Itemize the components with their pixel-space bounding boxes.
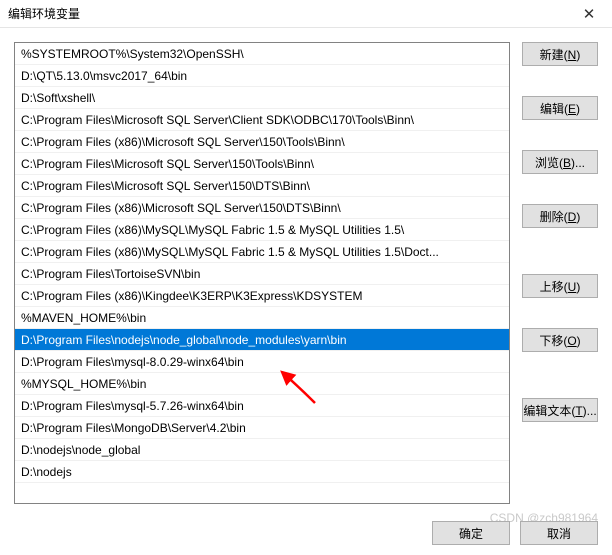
list-item[interactable]: C:\Program Files\Microsoft SQL Server\15…: [15, 153, 509, 175]
list-item[interactable]: D:\nodejs: [15, 461, 509, 483]
window-title: 编辑环境变量: [8, 5, 574, 22]
edit-button[interactable]: 编辑(E): [522, 96, 598, 120]
dialog-footer: 确定 取消: [432, 521, 598, 545]
moveup-button[interactable]: 上移(U): [522, 274, 598, 298]
list-item[interactable]: %SYSTEMROOT%\System32\OpenSSH\: [15, 43, 509, 65]
titlebar: 编辑环境变量 ✕: [0, 0, 612, 28]
path-listbox[interactable]: %SYSTEMROOT%\System32\OpenSSH\D:\QT\5.13…: [14, 42, 510, 504]
list-item[interactable]: D:\Program Files\mysql-5.7.26-winx64\bin: [15, 395, 509, 417]
list-item[interactable]: C:\Program Files\TortoiseSVN\bin: [15, 263, 509, 285]
new-button[interactable]: 新建(N): [522, 42, 598, 66]
cancel-button[interactable]: 取消: [520, 521, 598, 545]
delete-button[interactable]: 删除(D): [522, 204, 598, 228]
list-item[interactable]: D:\Program Files\nodejs\node_global\node…: [15, 329, 509, 351]
list-item[interactable]: %MYSQL_HOME%\bin: [15, 373, 509, 395]
list-item[interactable]: D:\QT\5.13.0\msvc2017_64\bin: [15, 65, 509, 87]
list-item[interactable]: %MAVEN_HOME%\bin: [15, 307, 509, 329]
list-item[interactable]: C:\Program Files (x86)\Microsoft SQL Ser…: [15, 197, 509, 219]
ok-button[interactable]: 确定: [432, 521, 510, 545]
edittext-button[interactable]: 编辑文本(T)...: [522, 398, 598, 422]
list-item[interactable]: D:\Soft\xshell\: [15, 87, 509, 109]
movedown-button[interactable]: 下移(O): [522, 328, 598, 352]
side-button-column: 新建(N) 编辑(E) 浏览(B)... 删除(D) 上移(U) 下移(O) 编…: [510, 42, 598, 508]
list-item[interactable]: D:\nodejs\node_global: [15, 439, 509, 461]
browse-button[interactable]: 浏览(B)...: [522, 150, 598, 174]
list-item[interactable]: C:\Program Files (x86)\MySQL\MySQL Fabri…: [15, 241, 509, 263]
list-item[interactable]: C:\Program Files (x86)\Microsoft SQL Ser…: [15, 131, 509, 153]
list-item[interactable]: C:\Program Files\Microsoft SQL Server\Cl…: [15, 109, 509, 131]
list-item[interactable]: C:\Program Files\Microsoft SQL Server\15…: [15, 175, 509, 197]
dialog-content: %SYSTEMROOT%\System32\OpenSSH\D:\QT\5.13…: [0, 28, 612, 508]
close-icon[interactable]: ✕: [574, 3, 604, 25]
list-item[interactable]: C:\Program Files (x86)\MySQL\MySQL Fabri…: [15, 219, 509, 241]
list-item[interactable]: C:\Program Files (x86)\Kingdee\K3ERP\K3E…: [15, 285, 509, 307]
list-item[interactable]: D:\Program Files\MongoDB\Server\4.2\bin: [15, 417, 509, 439]
list-item[interactable]: D:\Program Files\mysql-8.0.29-winx64\bin: [15, 351, 509, 373]
